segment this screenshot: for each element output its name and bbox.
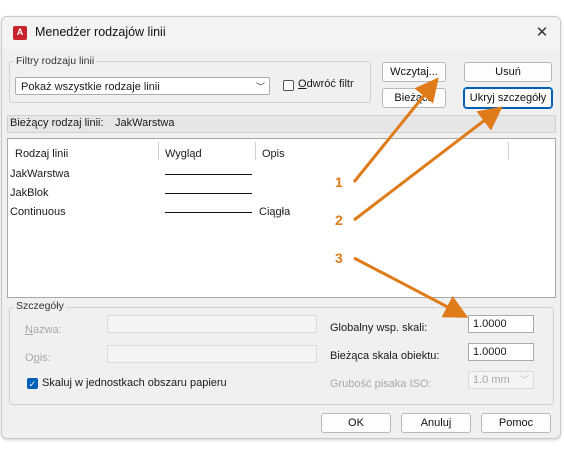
linetype-sample [165,212,252,213]
paper-units-label: Skaluj w jednostkach obszaru papieru [42,377,227,389]
column-header-appearance[interactable]: Wygląd [165,148,202,160]
global-scale-label: Globalny wsp. skali: [330,322,428,334]
description-label: Opis: [25,352,51,364]
close-icon[interactable]: ✕ [533,24,551,42]
column-divider [255,142,256,160]
column-divider [158,142,159,160]
current-linetype-label: Bieżący rodzaj linii: [10,117,104,129]
table-row[interactable]: Continuous [10,206,66,218]
column-header-description[interactable]: Opis [262,148,285,160]
current-button[interactable]: Bieżąca [382,88,446,108]
global-scale-input[interactable]: 1.0000 [468,315,534,333]
name-field [107,315,317,333]
cancel-button[interactable]: Anuluj [401,413,471,433]
invert-filter-checkbox[interactable] [283,80,294,91]
table-row[interactable]: JakBlok [10,187,49,199]
linetype-sample [165,174,252,175]
hide-details-button[interactable]: Ukryj szczegóły [463,87,553,109]
callout-number-1: 1 [335,174,343,190]
chevron-down-icon: ﹀ [255,82,265,92]
object-scale-input[interactable]: 1.0000 [468,343,534,361]
details-group-label: Szczegóły [14,300,66,312]
invert-filter-label-rest: dwróć filtr [306,78,354,90]
filters-group-label: Filtry rodzaju linii [14,55,97,67]
current-linetype-value: JakWarstwa [115,117,175,129]
name-label: Nazwa: [25,324,62,336]
pen-width-label: Grubość pisaka ISO: [330,378,432,390]
linetype-manager-dialog: A Menedżer rodzajów linii ✕ Filtry rodza… [1,16,561,439]
linetype-list[interactable]: Rodzaj linii Wygląd Opis JakWarstwa JakB… [7,138,556,298]
table-row[interactable]: JakWarstwa [10,168,70,180]
filter-dropdown-value: Pokaż wszystkie rodzaje linii [21,81,160,93]
load-button[interactable]: Wczytaj... [382,62,446,82]
ok-button[interactable]: OK [321,413,391,433]
row-description: Ciągła [259,206,291,218]
linetype-sample [165,193,252,194]
object-scale-label: Bieżąca skala obiektu: [330,350,440,362]
autocad-app-icon: A [13,26,27,40]
filter-dropdown[interactable]: Pokaż wszystkie rodzaje linii ﹀ [15,77,270,95]
dialog-title: Menedżer rodzajów linii [35,25,166,39]
callout-number-3: 3 [335,250,343,266]
chevron-down-icon: ﹀ [519,375,529,385]
help-button[interactable]: Pomoc [481,413,551,433]
column-header-linetype[interactable]: Rodzaj linii [15,148,68,160]
title-bar: A Menedżer rodzajów linii ✕ [2,17,560,49]
delete-button[interactable]: Usuń [464,62,552,82]
pen-width-dropdown: 1.0 mm ﹀ [468,371,534,389]
invert-filter-label: Odwróć filtr [298,78,354,90]
column-divider [508,142,509,160]
callout-number-2: 2 [335,212,343,228]
paper-units-checkbox[interactable]: ✓ [27,378,38,389]
description-field [107,345,317,363]
